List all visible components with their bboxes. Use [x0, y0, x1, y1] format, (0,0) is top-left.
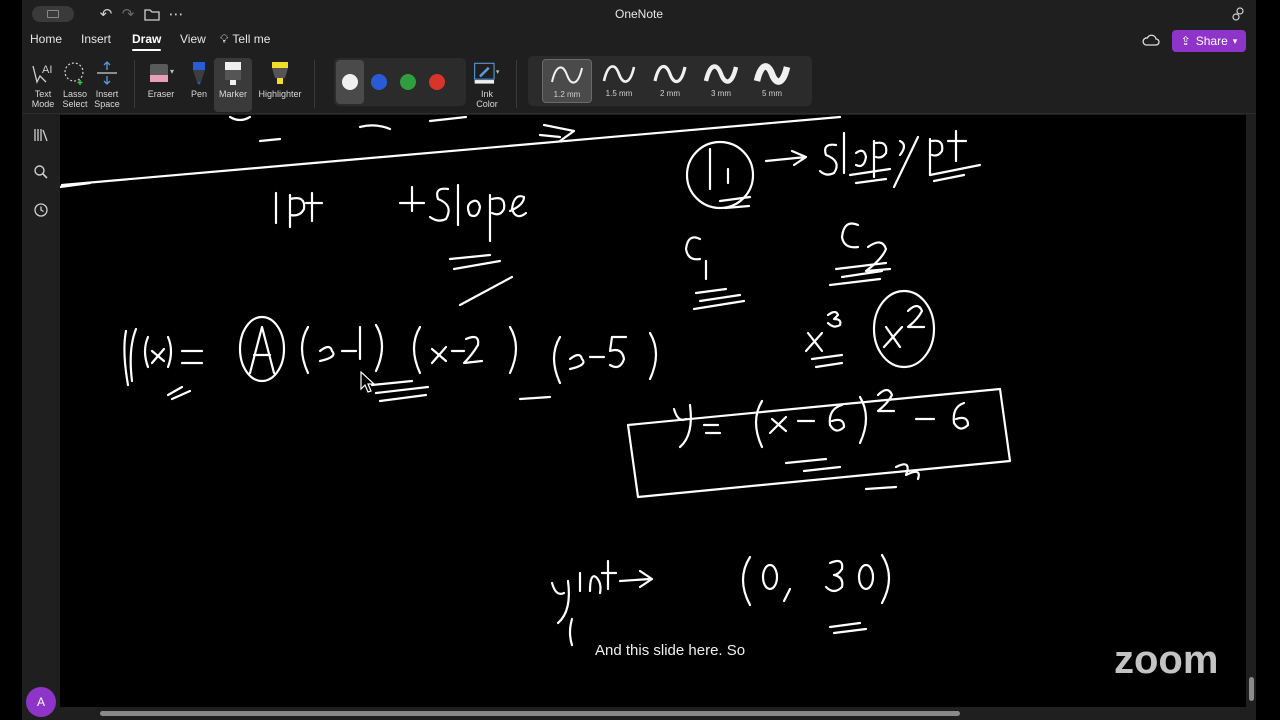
vertical-scrollbar[interactable] [1246, 115, 1256, 707]
insert-space-button[interactable]: Insert Space [88, 58, 126, 112]
tab-draw[interactable]: Draw [132, 32, 162, 51]
share-label: Share [1195, 34, 1228, 48]
svg-text:▾: ▾ [496, 69, 500, 76]
color-red[interactable] [429, 74, 445, 90]
tab-view[interactable]: View [180, 32, 206, 46]
sync-cloud-icon[interactable] [1142, 33, 1160, 49]
thickness-1-2mm[interactable]: 1.2 mm [542, 59, 592, 103]
thickness-label: 3 mm [711, 89, 731, 98]
thickness-2mm[interactable]: 2 mm [645, 59, 695, 103]
drawing-canvas[interactable]: And this slide here. So zoom [60, 115, 1246, 707]
thickness-wave-icon [551, 66, 583, 84]
eraser-icon: ▾ [146, 58, 176, 88]
svg-text:AI: AI [42, 64, 52, 76]
thickness-wave-icon [753, 63, 791, 85]
share-button[interactable]: ⇪ Share ▾ [1172, 30, 1246, 52]
ribbon-divider [134, 60, 135, 108]
ink-color-button[interactable]: ▾ Ink Color [468, 58, 506, 112]
ribbon-divider [516, 60, 517, 108]
eraser-label: Eraser [147, 89, 175, 99]
menu-bar: Home Insert Draw View 💡︎ Tell me [22, 28, 1256, 52]
stroke-thickness-group: 1.2 mm 1.5 mm 2 mm 3 mm 5 mm [528, 56, 812, 106]
color-green[interactable] [400, 74, 416, 90]
highlighter-icon [265, 58, 295, 88]
text-mode-label: Text Mode [31, 89, 55, 109]
tell-me-label: Tell me [232, 32, 271, 46]
ink-color-palette [334, 58, 466, 106]
pen-label: Pen [190, 89, 207, 99]
thickness-5mm[interactable]: 5 mm [747, 59, 797, 103]
lasso-icon [60, 58, 90, 88]
vertical-scroll-thumb[interactable] [1249, 677, 1254, 701]
color-blue[interactable] [371, 74, 387, 90]
highlighter-button[interactable]: Highlighter [256, 58, 304, 112]
onenote-window: ↶ ↷ ⋯ OneNote Home Insert Draw View 💡︎ Te… [22, 0, 1256, 720]
ink-color-label: Ink Color [476, 89, 498, 109]
marker-button[interactable]: Marker [214, 58, 252, 112]
ink-color-icon: ▾ [472, 58, 502, 88]
chevron-down-icon: ▾ [1232, 35, 1238, 46]
thickness-wave-icon [602, 65, 636, 83]
pen-icon [184, 58, 214, 88]
tab-tell-me[interactable]: 💡︎ Tell me [220, 32, 270, 47]
thickness-wave-icon [703, 64, 739, 84]
navigation-rail: A [22, 115, 60, 720]
title-bar: ↶ ↷ ⋯ OneNote [22, 0, 1256, 28]
handwritten-ink [60, 115, 1012, 647]
thickness-label: 1.5 mm [605, 89, 633, 98]
zoom-watermark-logo: zoom [1114, 638, 1219, 682]
color-white[interactable] [342, 74, 358, 90]
ribbon-divider [314, 60, 315, 108]
thickness-label: 5 mm [762, 89, 782, 98]
insert-space-icon [92, 58, 122, 88]
tab-insert[interactable]: Insert [81, 32, 111, 46]
zoom-caption: And this slide here. So [592, 640, 749, 661]
thickness-label: 1.2 mm [553, 90, 581, 99]
insert-space-label: Insert Space [94, 89, 120, 109]
share-icon: ⇪ [1180, 34, 1191, 48]
highlighter-label: Highlighter [258, 89, 302, 99]
account-icon[interactable] [1228, 4, 1248, 24]
eraser-button[interactable]: ▾ Eraser [142, 58, 180, 112]
draw-ribbon: AI Text Mode Lasso Select Insert Space ▾… [22, 52, 1256, 114]
tab-home[interactable]: Home [30, 32, 62, 46]
notebooks-icon[interactable] [31, 125, 51, 145]
marker-label: Marker [218, 89, 247, 99]
thickness-1-5mm[interactable]: 1.5 mm [594, 59, 644, 103]
thickness-wave-icon [653, 65, 687, 83]
horizontal-scroll-thumb[interactable] [100, 711, 960, 716]
svg-text:▾: ▾ [170, 67, 174, 76]
thickness-label: 2 mm [660, 89, 680, 98]
pen-button[interactable]: Pen [180, 58, 218, 112]
text-mode-icon: AI [28, 58, 58, 88]
search-icon[interactable] [31, 162, 51, 182]
user-avatar[interactable]: A [26, 687, 56, 717]
marker-icon [218, 58, 248, 88]
thickness-3mm[interactable]: 3 mm [696, 59, 746, 103]
horizontal-scrollbar[interactable] [60, 707, 1246, 720]
lightbulb-icon: 💡︎ [220, 32, 229, 46]
lasso-select-label: Lasso Select [62, 89, 88, 109]
recent-clock-icon[interactable] [31, 200, 51, 220]
app-title: OneNote [614, 7, 664, 21]
